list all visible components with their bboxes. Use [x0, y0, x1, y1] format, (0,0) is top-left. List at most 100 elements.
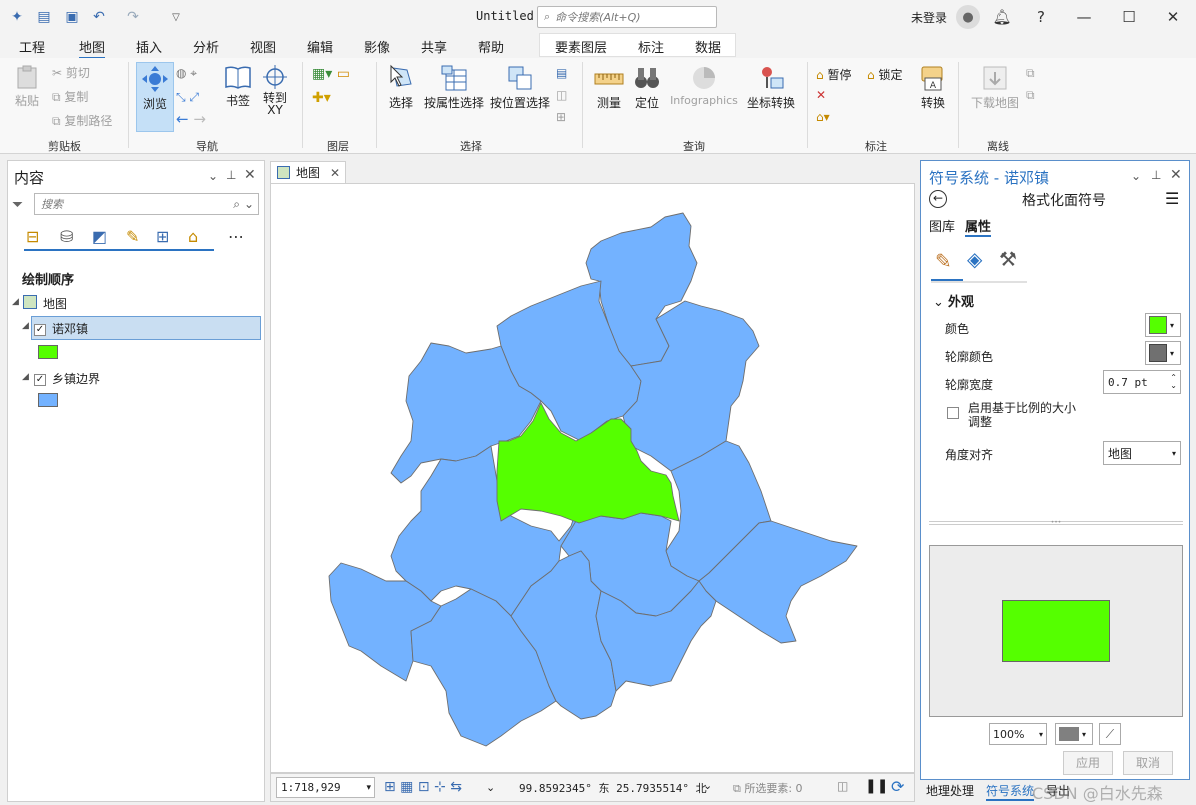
angle-alignment-select[interactable]: 地图 ▾ — [1103, 441, 1181, 465]
zoom-select[interactable]: 100% ▾ — [989, 723, 1047, 745]
outline-color-picker[interactable]: ▾ — [1145, 341, 1181, 365]
convert-button[interactable]: A 转换 — [916, 64, 950, 111]
download-map-button[interactable]: 下载地图 — [967, 64, 1023, 111]
wrench-icon[interactable]: ⚒ — [999, 247, 1017, 271]
map-svg[interactable] — [271, 184, 914, 772]
layer-symbol-swatch[interactable] — [38, 393, 58, 407]
more-icon[interactable]: ⋯ — [228, 227, 244, 246]
clear-selection-icon[interactable]: ◫ — [556, 88, 567, 102]
select-by-attributes-button[interactable]: 按属性选择 — [423, 64, 485, 111]
layer-visibility-checkbox[interactable]: ✓ — [34, 371, 46, 386]
appearance-section[interactable]: ⌄ 外观 — [933, 291, 974, 310]
layer-name[interactable]: 诺邓镇 — [52, 320, 88, 337]
remove-offline-icon[interactable]: ⧉ — [1026, 88, 1035, 103]
layer-symbol-swatch[interactable] — [38, 345, 58, 359]
editing-icon[interactable]: ✎ — [126, 227, 139, 246]
scale-selector[interactable]: 1:718,929 ▾ — [276, 777, 375, 798]
pane-options-icon[interactable]: ⌄ — [208, 169, 218, 183]
tab-feature-layer[interactable]: 要素图层 — [555, 37, 607, 56]
select-by-location-button[interactable]: 按位置选择 — [489, 64, 551, 111]
infographics-button[interactable]: Infographics — [667, 64, 741, 107]
map-canvas[interactable] — [270, 183, 915, 773]
pin-icon[interactable]: ⊥ — [226, 168, 236, 182]
tab-edit[interactable]: 编辑 — [307, 37, 333, 56]
apply-button[interactable]: 应用 — [1063, 751, 1113, 775]
layer-name[interactable]: 乡镇边界 — [52, 370, 100, 387]
back-forward-icon[interactable]: ← → — [176, 110, 206, 128]
brush-icon[interactable]: ✎ — [935, 249, 952, 273]
close-icon[interactable]: ✕ — [330, 166, 340, 180]
expand-layer-icon[interactable]: ◢ — [22, 321, 29, 331]
close-button[interactable]: ✕ — [1161, 5, 1185, 29]
tab-view[interactable]: 视图 — [250, 37, 276, 56]
cancel-button[interactable]: 取消 — [1123, 751, 1173, 775]
command-search-input[interactable]: ⌕ 命令搜索(Alt+Q) — [537, 6, 717, 28]
splitter-handle[interactable]: ••• — [929, 520, 1183, 526]
menu-icon[interactable]: ☰ — [1165, 189, 1179, 208]
redo-icon[interactable]: ↷ — [124, 8, 142, 26]
tab-labeling[interactable]: 标注 — [638, 37, 664, 56]
close-pane-icon[interactable]: ✕ — [244, 167, 256, 183]
full-extent-icon[interactable]: ⤡ ⤢ — [176, 90, 199, 105]
measure-button[interactable]: 测量 — [592, 64, 626, 111]
color-picker[interactable]: ▾ — [1145, 313, 1181, 337]
maximize-button[interactable]: ☐ — [1117, 5, 1141, 29]
grid-tools-icon[interactable]: ⊞ ▦ ⊡ ⊹ ⇆ — [384, 779, 462, 795]
tab-gallery[interactable]: 图库 — [929, 216, 955, 235]
tab-properties[interactable]: 属性 — [965, 216, 992, 237]
zoom-to-selection-icon[interactable]: ⊞ — [556, 110, 566, 124]
close-pane-icon[interactable]: ✕ — [1170, 167, 1182, 183]
pin-icon[interactable]: ⊥ — [1151, 168, 1161, 182]
snapping-icon[interactable]: ⊞ — [156, 227, 169, 246]
tab-data[interactable]: 数据 — [695, 37, 721, 56]
copy-button[interactable]: ⧉ 复制 — [52, 88, 88, 105]
label-options-icon[interactable]: ⌂▾ — [816, 110, 830, 124]
locate-button[interactable]: 定位 — [632, 64, 662, 111]
no-background-icon[interactable]: ⟋ — [1099, 723, 1121, 745]
sync-icon[interactable]: ⧉ — [1026, 66, 1035, 81]
layer-visibility-checkbox[interactable]: ✓ — [34, 321, 46, 336]
customize-toolbar-icon[interactable]: ▽ — [167, 8, 185, 26]
refresh-icon[interactable]: ⟳ — [891, 777, 904, 796]
draw-order-icon[interactable]: ⊟ — [26, 227, 39, 246]
map-node[interactable]: 地图 — [43, 295, 67, 312]
tab-share[interactable]: 共享 — [421, 37, 447, 56]
select-button[interactable]: 选择 — [384, 64, 418, 111]
lock-labels-button[interactable]: ⌂ 锁定 — [867, 66, 902, 83]
tab-map-view[interactable]: 地图 ✕ — [270, 161, 346, 183]
tab-imagery[interactable]: 影像 — [364, 37, 390, 56]
save-icon[interactable]: ▣ — [63, 8, 81, 26]
minimize-button[interactable]: — — [1072, 5, 1096, 29]
undo-icon[interactable]: ↶ — [90, 8, 108, 26]
spinner-icon[interactable]: ⌃ ⌄ — [1170, 374, 1177, 390]
tab-analysis[interactable]: 分析 — [193, 37, 219, 56]
new-project-icon[interactable]: ✦ — [8, 8, 26, 26]
tab-symbology[interactable]: 符号系统 — [986, 782, 1035, 801]
chevron-down-icon[interactable]: ⌄ — [703, 779, 712, 792]
add-preset-icon[interactable]: ✚▾ — [312, 90, 331, 106]
copy-path-button[interactable]: ⧉ 复制路径 — [52, 112, 112, 129]
goto-xy-button[interactable]: 转到 XY — [258, 64, 292, 117]
selection-view-icon[interactable]: ◩ — [92, 227, 107, 246]
avatar[interactable]: ● — [956, 5, 980, 29]
pause-drawing-icon[interactable]: ❚❚ — [865, 778, 888, 794]
tab-insert[interactable]: 插入 — [136, 37, 162, 56]
expand-layer-icon[interactable]: ◢ — [22, 372, 29, 382]
refresh-extent-icon[interactable]: ◫ — [837, 779, 848, 793]
chevron-down-icon[interactable]: ⌄ — [486, 781, 495, 794]
scale-size-checkbox[interactable] — [947, 407, 959, 422]
background-color-picker[interactable]: ▾ — [1055, 723, 1093, 745]
zoom-tools-icon[interactable]: ◍ ⌖ — [176, 66, 197, 81]
labeling-view-icon[interactable]: ⌂ — [188, 227, 198, 246]
expand-map-icon[interactable]: ◢ — [12, 297, 19, 307]
tab-geoprocessing[interactable]: 地理处理 — [926, 782, 974, 799]
notification-icon[interactable]: 🔔︎ — [990, 5, 1014, 29]
help-icon[interactable]: ? — [1029, 5, 1053, 29]
login-status[interactable]: 未登录 — [911, 9, 947, 26]
tab-map[interactable]: 地图 — [79, 37, 106, 59]
filter-icon[interactable]: ⏷ — [12, 197, 23, 213]
unplaced-labels-icon[interactable]: ✕ — [816, 88, 826, 102]
cut-button[interactable]: ✂︎ 剪切 — [52, 64, 90, 81]
contents-search-input[interactable]: 搜索 ⌕ ⌄ — [34, 193, 259, 215]
pane-options-icon[interactable]: ⌄ — [1131, 169, 1141, 183]
